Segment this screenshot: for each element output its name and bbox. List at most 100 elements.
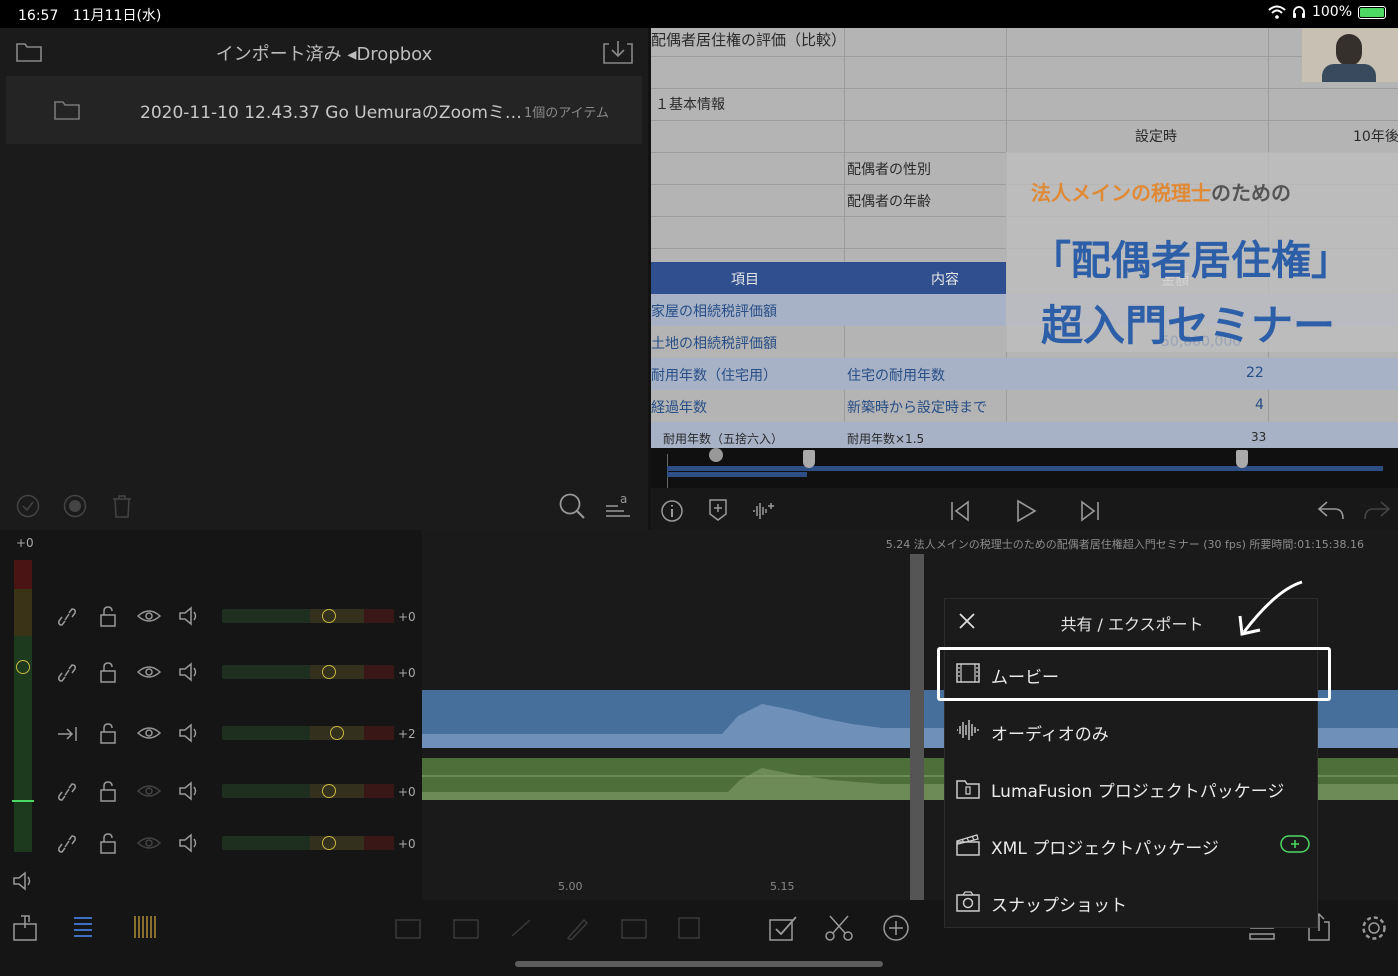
speaker-icon[interactable] xyxy=(178,662,202,682)
battery-percent: 100% xyxy=(1311,4,1352,20)
export-snapshot-item[interactable]: スナップショット xyxy=(945,873,1319,930)
link-icon[interactable] xyxy=(56,663,78,683)
scrubber-in-handle[interactable] xyxy=(803,450,815,468)
lock-icon[interactable] xyxy=(98,722,118,744)
speaker-icon[interactable] xyxy=(12,870,36,892)
undo-icon[interactable] xyxy=(1317,500,1345,520)
volume-knob[interactable] xyxy=(322,836,336,850)
library-title[interactable]: インポート済み ◂Dropbox xyxy=(0,40,648,66)
volume-knob[interactable] xyxy=(330,726,344,740)
sheet-row-land: 土地の相続税評価額 xyxy=(651,336,777,352)
export-lumafusion-package-item[interactable]: LumaFusion プロジェクトパッケージ xyxy=(945,759,1319,816)
title-overlay: 金額 50,000,000 法人メインの税理士のための 「配偶者居住権」 超入門… xyxy=(1006,152,1398,352)
add-icon[interactable] xyxy=(882,914,910,942)
eye-icon[interactable] xyxy=(136,725,162,741)
gear-icon[interactable] xyxy=(1360,914,1388,942)
sheet-row-elapsed-val: 4 xyxy=(1255,397,1264,413)
sheet-row-life: 耐用年数（住宅用） xyxy=(651,368,777,384)
pencil-icon[interactable] xyxy=(564,916,590,940)
eye-icon[interactable] xyxy=(136,783,162,799)
add-marker-icon[interactable] xyxy=(708,498,728,522)
library-folder-row[interactable]: 2020-11-10 12.43.37 Go UemuraのZoomミ… 1個の… xyxy=(6,76,642,144)
add-plugin-icon[interactable] xyxy=(1280,835,1310,853)
add-track-icon[interactable] xyxy=(394,916,422,940)
volume-slider[interactable] xyxy=(222,836,394,850)
volume-knob[interactable] xyxy=(322,609,336,623)
wifi-icon xyxy=(1268,5,1286,19)
sheet-title: 配偶者居住権の評価（比較） xyxy=(651,31,847,49)
folder-name: 2020-11-10 12.43.37 Go UemuraのZoomミ… xyxy=(140,103,522,123)
redo-icon[interactable] xyxy=(1363,500,1391,520)
battery-icon xyxy=(1358,5,1386,19)
list-view-icon[interactable] xyxy=(72,914,94,940)
link-icon[interactable] xyxy=(508,916,534,940)
lock-icon[interactable] xyxy=(98,780,118,802)
arrow-icon[interactable] xyxy=(56,724,78,744)
eye-icon[interactable] xyxy=(136,664,162,680)
sheet-col-setting: 設定時 xyxy=(1135,129,1177,145)
home-indicator[interactable] xyxy=(515,961,883,967)
track-gain: +0 xyxy=(398,666,416,680)
volume-slider[interactable] xyxy=(222,609,394,623)
export-lumafusion-package-label: LumaFusion プロジェクトパッケージ xyxy=(991,782,1285,802)
track-row-2: +0 xyxy=(0,659,420,689)
track-controls: +0 +0 +0 +2 +0 +0 xyxy=(0,530,420,900)
track-row-1: +0 xyxy=(0,603,420,633)
scissors-icon[interactable] xyxy=(824,914,854,942)
import-icon[interactable] xyxy=(603,40,633,64)
select-icon[interactable] xyxy=(768,914,798,942)
playhead[interactable] xyxy=(910,554,924,900)
ripple-icon[interactable] xyxy=(452,916,480,940)
voiceover-icon[interactable] xyxy=(751,500,777,522)
info-icon[interactable] xyxy=(660,499,684,523)
library-header: インポート済み ◂Dropbox xyxy=(0,28,648,74)
skip-forward-icon[interactable] xyxy=(1079,500,1101,522)
sheet-col-10y: 10年後 xyxy=(1353,129,1398,145)
favorite-icon[interactable] xyxy=(620,916,648,940)
folder-item-count: 1個のアイテム xyxy=(524,106,609,121)
record-icon[interactable] xyxy=(63,494,87,518)
preview-scrubber[interactable] xyxy=(651,448,1398,488)
trash-icon[interactable] xyxy=(111,494,133,518)
scrubber-marker[interactable] xyxy=(709,448,723,462)
link-icon[interactable] xyxy=(56,607,78,627)
speaker-icon[interactable] xyxy=(178,723,202,743)
clipboard-icon[interactable] xyxy=(676,914,702,940)
link-icon[interactable] xyxy=(56,834,78,854)
overlay-title-2: 超入門セミナー xyxy=(1041,301,1336,350)
export-audio-item[interactable]: オーディオのみ xyxy=(945,702,1319,759)
eye-icon[interactable] xyxy=(136,835,162,851)
export-audio-label: オーディオのみ xyxy=(991,725,1109,745)
lock-icon[interactable] xyxy=(98,605,118,627)
eye-icon[interactable] xyxy=(136,608,162,624)
link-icon[interactable] xyxy=(56,782,78,802)
preview-viewer: 配偶者居住権の評価（比較） １基本情報 設定時 10年後 配偶者の性別 配偶者の… xyxy=(651,28,1398,448)
checkmark-circle-icon[interactable] xyxy=(16,494,40,518)
track-gain: +2 xyxy=(398,727,416,741)
play-icon[interactable] xyxy=(1015,499,1037,523)
search-icon[interactable] xyxy=(558,492,586,520)
speaker-icon[interactable] xyxy=(178,606,202,626)
export-frame-icon[interactable] xyxy=(12,914,38,942)
lock-icon[interactable] xyxy=(98,661,118,683)
track-gain: +0 xyxy=(398,610,416,624)
skip-back-icon[interactable] xyxy=(949,500,971,522)
export-xml-package-item[interactable]: XML プロジェクトパッケージ xyxy=(945,816,1319,873)
lock-icon[interactable] xyxy=(98,832,118,854)
sheet-row-life-desc: 住宅の耐用年数 xyxy=(847,368,945,384)
speaker-icon[interactable] xyxy=(178,781,202,801)
arrow-annotation-icon xyxy=(1238,580,1303,636)
volume-slider[interactable] xyxy=(222,726,394,740)
sort-icon[interactable]: a xyxy=(604,492,632,518)
volume-knob[interactable] xyxy=(322,784,336,798)
scrubber-out-handle[interactable] xyxy=(1236,450,1248,468)
speaker-icon[interactable] xyxy=(178,833,202,853)
volume-slider[interactable] xyxy=(222,665,394,679)
master-gain: +0 xyxy=(16,536,34,550)
volume-knob[interactable] xyxy=(322,665,336,679)
share-export-dialog: 共有 / エクスポート ムービー オーディオのみ LumaFusion プロジェ… xyxy=(937,598,1331,930)
track-row-4: +0 xyxy=(0,778,420,808)
track-height-icon[interactable] xyxy=(132,914,158,940)
volume-slider[interactable] xyxy=(222,784,394,798)
clapper-icon xyxy=(956,834,980,856)
